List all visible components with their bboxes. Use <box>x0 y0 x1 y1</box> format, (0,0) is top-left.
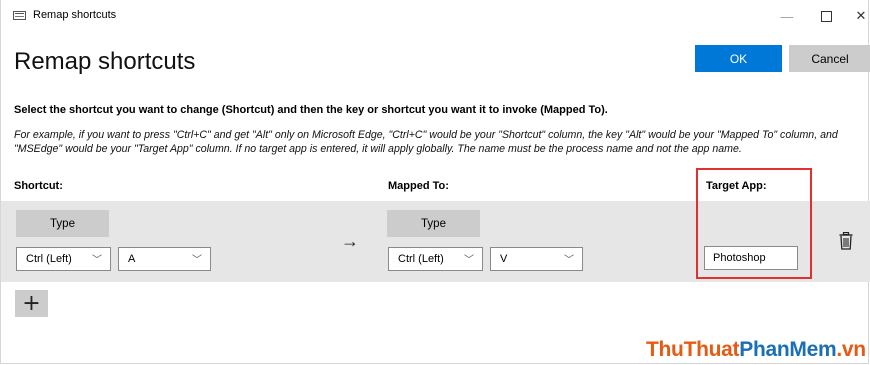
ok-button[interactable]: OK <box>695 45 782 72</box>
shortcut-key-dropdown[interactable]: A ﹀ <box>118 247 211 271</box>
mapped-key-dropdown[interactable]: V ﹀ <box>490 247 583 271</box>
shortcut-modifier-value: Ctrl (Left) <box>26 253 72 265</box>
delete-trash-icon[interactable] <box>839 232 853 250</box>
shortcut-type-button[interactable]: Type <box>16 210 109 237</box>
close-icon: ✕ <box>855 8 867 23</box>
watermark-part2: PhanMem <box>739 338 837 361</box>
target-app-highlight-box <box>696 168 812 279</box>
close-button[interactable]: ✕ <box>841 5 870 27</box>
instruction-text: Select the shortcut you want to change (… <box>14 104 608 116</box>
page-title: Remap shortcuts <box>14 48 196 75</box>
mapped-key-value: V <box>500 253 508 265</box>
arrow-right-icon: → <box>341 231 359 251</box>
minimize-icon: — <box>780 8 794 24</box>
window-title: Remap shortcuts <box>33 9 117 21</box>
shortcut-modifier-dropdown[interactable]: Ctrl (Left) ﹀ <box>16 247 111 271</box>
mapped-type-button[interactable]: Type <box>387 210 480 237</box>
mapped-modifier-value: Ctrl (Left) <box>398 253 444 265</box>
title-bar: Remap shortcuts — ✕ <box>1 0 870 30</box>
app-window-icon <box>13 11 26 20</box>
minimize-button[interactable]: — <box>767 5 807 27</box>
chevron-down-icon: ﹀ <box>564 255 574 266</box>
mapped-modifier-dropdown[interactable]: Ctrl (Left) ﹀ <box>388 247 483 271</box>
shortcut-column-header: Shortcut: <box>14 180 63 192</box>
watermark-part3: .vn <box>836 338 866 361</box>
maximize-button[interactable] <box>806 5 846 27</box>
mapped-to-column-header: Mapped To: <box>388 180 449 192</box>
add-shortcut-button[interactable]: + <box>15 290 48 317</box>
watermark: ThuThuatPhanMem.vn <box>646 338 866 362</box>
remap-shortcuts-window: Remap shortcuts — ✕ Remap shortcuts OK C… <box>0 0 870 364</box>
chevron-down-icon: ﹀ <box>464 255 474 266</box>
watermark-part1: ThuThuat <box>646 338 740 361</box>
maximize-icon <box>820 10 832 22</box>
shortcut-key-value: A <box>128 253 136 265</box>
cancel-button[interactable]: Cancel <box>789 45 870 72</box>
chevron-down-icon: ﹀ <box>192 255 202 266</box>
example-text: For example, if you want to press "Ctrl+… <box>14 129 838 155</box>
chevron-down-icon: ﹀ <box>92 255 102 266</box>
